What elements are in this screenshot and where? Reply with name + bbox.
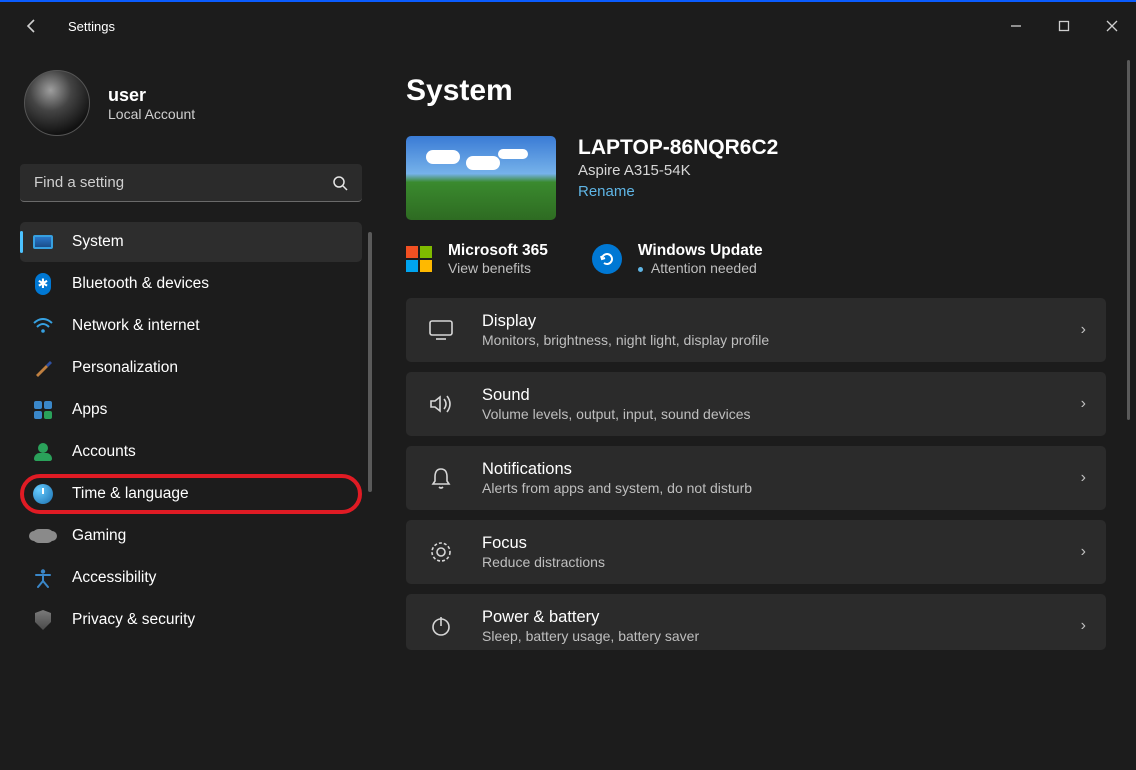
nav-gaming[interactable]: Gaming	[20, 516, 362, 556]
close-button[interactable]	[1088, 2, 1136, 50]
back-button[interactable]	[20, 18, 44, 34]
nav-personalization[interactable]: Personalization	[20, 348, 362, 388]
card-sub: Sleep, battery usage, battery saver	[482, 628, 1055, 644]
bell-icon	[426, 466, 456, 490]
sidebar-scrollbar[interactable]	[368, 232, 372, 492]
nav-label: Personalization	[72, 359, 178, 377]
brush-icon	[32, 357, 54, 379]
card-power[interactable]: Power & battery Sleep, battery usage, ba…	[406, 594, 1106, 650]
card-notifications[interactable]: Notifications Alerts from apps and syste…	[406, 446, 1106, 510]
minimize-button[interactable]	[992, 2, 1040, 50]
monitor-icon	[32, 231, 54, 253]
clock-globe-icon	[32, 483, 54, 505]
nav-label: Accounts	[72, 443, 136, 461]
accessibility-icon	[32, 567, 54, 589]
tile-sub: View benefits	[448, 260, 548, 276]
info-tiles: Microsoft 365 View benefits Windows Upda…	[406, 242, 1106, 276]
nav-label: System	[72, 233, 124, 251]
card-title: Notifications	[482, 460, 1055, 479]
search-box[interactable]	[20, 164, 362, 202]
nav-list: System ✱ Bluetooth & devices Network & i…	[20, 222, 368, 640]
gamepad-icon	[32, 525, 54, 547]
device-name: LAPTOP-86NQR6C2	[578, 136, 778, 160]
profile-text: user Local Account	[108, 85, 195, 122]
nav-network[interactable]: Network & internet	[20, 306, 362, 346]
nav-label: Bluetooth & devices	[72, 275, 209, 293]
card-title: Power & battery	[482, 608, 1055, 627]
card-focus[interactable]: Focus Reduce distractions ›	[406, 520, 1106, 584]
nav-label: Time & language	[72, 485, 189, 503]
chevron-right-icon: ›	[1081, 321, 1086, 339]
device-wallpaper	[406, 136, 556, 220]
chevron-right-icon: ›	[1081, 395, 1086, 413]
nav-system[interactable]: System	[20, 222, 362, 262]
card-display[interactable]: Display Monitors, brightness, night ligh…	[406, 298, 1106, 362]
tile-title: Microsoft 365	[448, 242, 548, 260]
nav-label: Network & internet	[72, 317, 200, 335]
focus-icon	[426, 540, 456, 564]
window-controls	[992, 2, 1136, 50]
maximize-button[interactable]	[1040, 2, 1088, 50]
card-sub: Monitors, brightness, night light, displ…	[482, 332, 1055, 348]
page-title: System	[406, 74, 1106, 108]
shield-icon	[32, 609, 54, 631]
chevron-right-icon: ›	[1081, 543, 1086, 561]
search-icon	[332, 175, 348, 191]
profile-name: user	[108, 85, 195, 106]
nav-label: Apps	[72, 401, 107, 419]
sound-icon	[426, 393, 456, 415]
apps-icon	[32, 399, 54, 421]
person-icon	[32, 441, 54, 463]
power-icon	[426, 614, 456, 638]
tile-microsoft365[interactable]: Microsoft 365 View benefits	[406, 242, 548, 276]
app-title: Settings	[68, 19, 115, 34]
status-dot-icon	[638, 267, 643, 272]
device-info: LAPTOP-86NQR6C2 Aspire A315-54K Rename	[578, 136, 778, 200]
bluetooth-icon: ✱	[32, 273, 54, 295]
nav-label: Privacy & security	[72, 611, 195, 629]
chevron-right-icon: ›	[1081, 469, 1086, 487]
card-title: Focus	[482, 534, 1055, 553]
avatar	[24, 70, 90, 136]
chevron-right-icon: ›	[1081, 617, 1086, 635]
nav-accessibility[interactable]: Accessibility	[20, 558, 362, 598]
tile-title: Windows Update	[638, 242, 763, 260]
nav-bluetooth[interactable]: ✱ Bluetooth & devices	[20, 264, 362, 304]
nav-label: Gaming	[72, 527, 126, 545]
nav-apps[interactable]: Apps	[20, 390, 362, 430]
search-input[interactable]	[34, 174, 332, 191]
tile-windows-update[interactable]: Windows Update Attention needed	[592, 242, 763, 276]
main-scrollbar[interactable]	[1127, 60, 1130, 420]
microsoft-logo-icon	[406, 246, 432, 272]
main-panel: System LAPTOP-86NQR6C2 Aspire A315-54K R…	[380, 50, 1136, 770]
wifi-icon	[32, 315, 54, 337]
rename-link[interactable]: Rename	[578, 183, 778, 200]
profile-block[interactable]: user Local Account	[20, 70, 372, 136]
device-model: Aspire A315-54K	[578, 162, 778, 179]
nav-time-language[interactable]: Time & language	[20, 474, 362, 514]
card-sound[interactable]: Sound Volume levels, output, input, soun…	[406, 372, 1106, 436]
titlebar: Settings	[0, 2, 1136, 50]
card-title: Sound	[482, 386, 1055, 405]
card-sub: Alerts from apps and system, do not dist…	[482, 480, 1055, 496]
settings-cards: Display Monitors, brightness, night ligh…	[406, 298, 1106, 650]
nav-privacy[interactable]: Privacy & security	[20, 600, 362, 640]
device-block: LAPTOP-86NQR6C2 Aspire A315-54K Rename	[406, 136, 1106, 220]
nav-accounts[interactable]: Accounts	[20, 432, 362, 472]
card-title: Display	[482, 312, 1055, 331]
tile-sub: Attention needed	[638, 260, 763, 276]
profile-account: Local Account	[108, 106, 195, 122]
settings-window: Settings user Local Account	[0, 0, 1136, 770]
nav-label: Accessibility	[72, 569, 156, 587]
card-sub: Volume levels, output, input, sound devi…	[482, 406, 1055, 422]
card-sub: Reduce distractions	[482, 554, 1055, 570]
sidebar: user Local Account System	[0, 50, 380, 770]
display-icon	[426, 319, 456, 341]
update-icon	[592, 244, 622, 274]
